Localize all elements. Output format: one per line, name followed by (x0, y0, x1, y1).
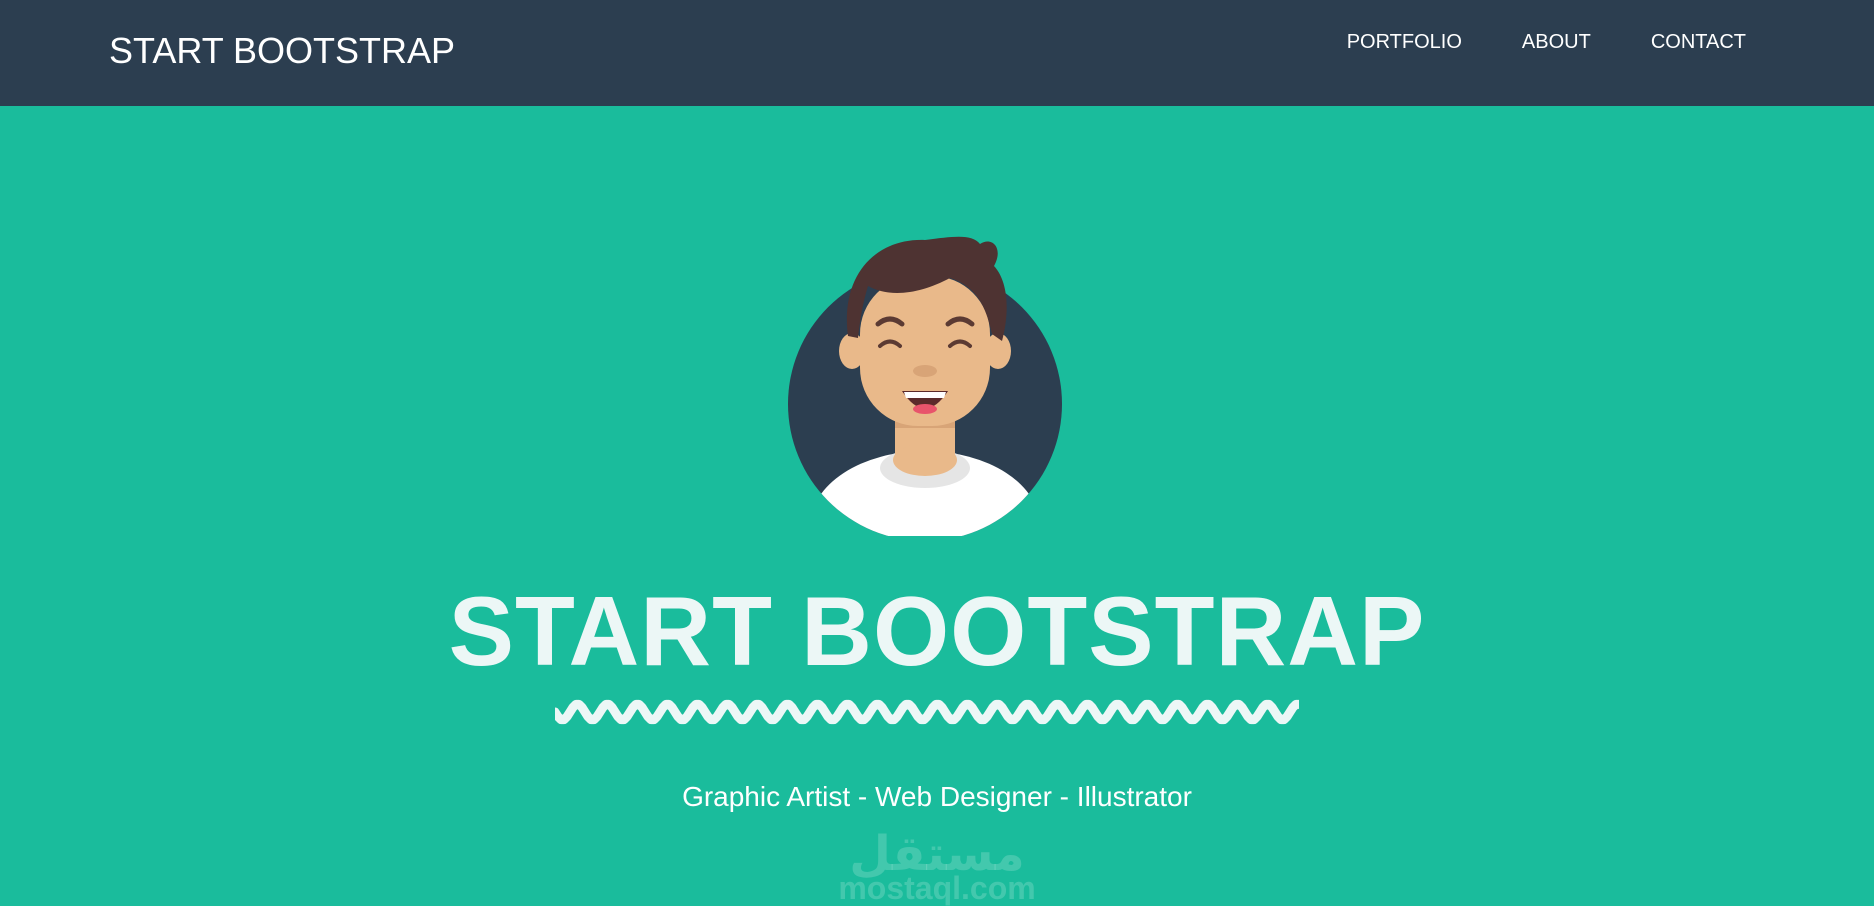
hero-subtitle: Graphic Artist - Web Designer - Illustra… (682, 781, 1192, 812)
nav-links: PORTFOLIO ABOUT CONTACT (1287, 28, 1746, 56)
wavy-divider-icon (555, 699, 1301, 725)
nav-link-about[interactable]: ABOUT (1522, 28, 1591, 56)
hero-section: START BOOTSTRAP Graphic Artist - Web Des… (0, 106, 1874, 906)
navbar: START BOOTSTRAP PORTFOLIO ABOUT CONTACT (0, 0, 1874, 106)
hero-title: START BOOTSTRAP (448, 576, 1426, 686)
watermark: مستقل mostaql.com (0, 826, 1874, 906)
brand-link[interactable]: START BOOTSTRAP (109, 30, 455, 72)
watermark-url: mostaql.com (838, 870, 1036, 906)
avatar-icon (788, 236, 1062, 536)
nav-link-portfolio[interactable]: PORTFOLIO (1347, 28, 1462, 56)
nav-link-contact[interactable]: CONTACT (1651, 28, 1746, 56)
